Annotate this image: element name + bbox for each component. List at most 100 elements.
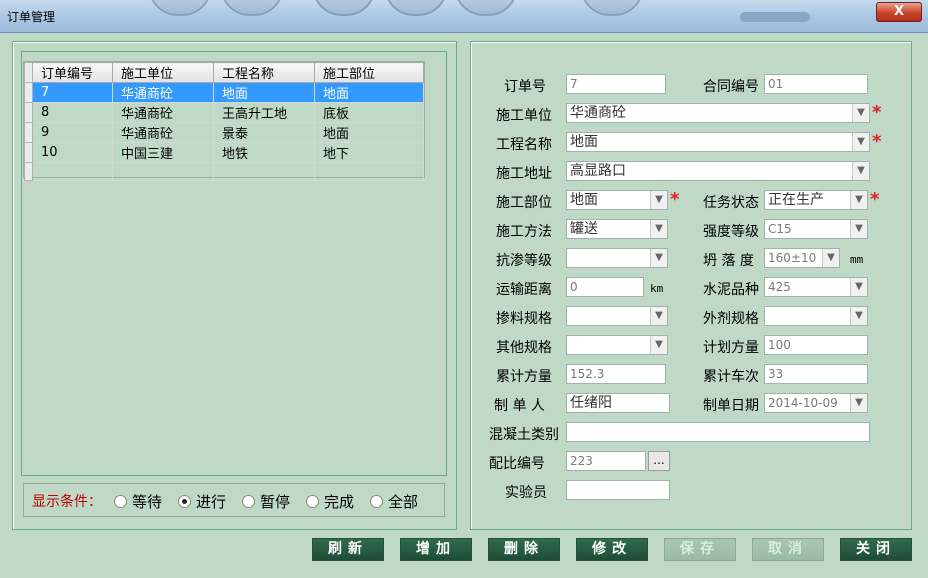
cement-combo[interactable]: 425 ▼ bbox=[764, 277, 868, 297]
mix-no-field[interactable]: 223 bbox=[566, 451, 646, 471]
project-value: 地面 bbox=[570, 134, 598, 150]
radio-in-progress[interactable]: 进行 bbox=[178, 491, 226, 512]
dropdown-arrow-icon[interactable]: ▼ bbox=[850, 220, 867, 238]
cancel-button[interactable]: 取消 bbox=[752, 538, 824, 561]
admixture-spec-combo[interactable]: ▼ bbox=[566, 306, 668, 326]
slump-combo[interactable]: 160±10 ▼ bbox=[764, 248, 840, 268]
cell-empty bbox=[32, 162, 113, 181]
cell-project: 王高升工地 bbox=[213, 102, 315, 123]
cell-part: 地面 bbox=[314, 122, 424, 143]
planned-volume-label: 计划方量 bbox=[703, 340, 759, 356]
delete-button[interactable]: 删除 bbox=[488, 538, 560, 561]
dropdown-arrow-icon[interactable]: ▼ bbox=[850, 307, 867, 325]
dropdown-arrow-icon[interactable]: ▼ bbox=[852, 162, 869, 180]
radio-label: 等待 bbox=[132, 493, 163, 511]
cell-empty bbox=[213, 162, 315, 181]
cell-contractor: 华通商砼 bbox=[112, 82, 214, 103]
cumulative-volume-label: 累计方量 bbox=[496, 369, 552, 385]
distance-field[interactable]: 0 bbox=[566, 277, 644, 297]
other-spec-label: 其他规格 bbox=[496, 340, 552, 356]
radio-label: 全部 bbox=[388, 493, 419, 511]
cell-part: 底板 bbox=[314, 102, 424, 123]
contractor-label: 施工单位 bbox=[496, 108, 552, 124]
contractor-combo[interactable]: 华通商砼 ▼ bbox=[566, 103, 870, 123]
modify-button[interactable]: 修改 bbox=[576, 538, 648, 561]
created-date-picker[interactable]: 2014-10-09 ▼ bbox=[764, 393, 868, 413]
cumulative-trips-field[interactable]: 33 bbox=[764, 364, 868, 384]
dropdown-arrow-icon[interactable]: ▼ bbox=[850, 394, 867, 412]
created-date-label: 制单日期 bbox=[703, 398, 759, 414]
dropdown-arrow-icon[interactable]: ▼ bbox=[850, 191, 867, 209]
contractor-value: 华通商砼 bbox=[570, 105, 626, 121]
planned-volume-field[interactable]: 100 bbox=[764, 335, 868, 355]
cell-project: 景泰 bbox=[213, 122, 315, 143]
strength-label: 强度等级 bbox=[703, 224, 759, 240]
address-value: 高显路口 bbox=[570, 163, 626, 179]
impermeability-combo[interactable]: ▼ bbox=[566, 248, 668, 268]
cell-order-no: 9 bbox=[32, 122, 113, 143]
radio-paused[interactable]: 暂停 bbox=[242, 491, 290, 512]
radio-all[interactable]: 全部 bbox=[370, 491, 418, 512]
filter-box: 显示条件： 等待 进行 暂停 完成 全部 bbox=[23, 483, 445, 517]
address-combo[interactable]: 高显路口 ▼ bbox=[566, 161, 870, 181]
cell-project: 地铁 bbox=[213, 142, 315, 163]
other-spec-combo[interactable]: ▼ bbox=[566, 335, 668, 355]
strength-combo[interactable]: C15 ▼ bbox=[764, 219, 868, 239]
dropdown-arrow-icon[interactable]: ▼ bbox=[650, 191, 667, 209]
column-header-part[interactable]: 施工部位 bbox=[314, 62, 424, 83]
part-combo[interactable]: 地面 ▼ bbox=[566, 190, 668, 210]
dropdown-arrow-icon[interactable]: ▼ bbox=[850, 278, 867, 296]
order-no-field[interactable]: 7 bbox=[566, 74, 666, 94]
required-mark: * bbox=[872, 131, 882, 152]
contract-no-label: 合同编号 bbox=[703, 79, 759, 95]
titlebar-decoration bbox=[312, 0, 376, 16]
titlebar-decoration bbox=[454, 0, 518, 16]
table-row[interactable]: 10 中国三建 地铁 地下 bbox=[24, 142, 424, 163]
table-row[interactable]: 7 华通商砼 地面 地面 bbox=[24, 82, 424, 103]
table-row[interactable]: 8 华通商砼 王高升工地 底板 bbox=[24, 102, 424, 123]
creator-field[interactable]: 任绪阳 bbox=[566, 393, 670, 413]
contract-no-field[interactable]: 01 bbox=[764, 74, 868, 94]
dropdown-arrow-icon[interactable]: ▼ bbox=[822, 249, 839, 267]
dropdown-arrow-icon[interactable]: ▼ bbox=[852, 133, 869, 151]
additive-spec-label: 外剂规格 bbox=[703, 311, 759, 327]
impermeability-label: 抗渗等级 bbox=[496, 253, 552, 269]
dropdown-arrow-icon[interactable]: ▼ bbox=[650, 307, 667, 325]
radio-label: 进行 bbox=[196, 493, 227, 511]
additive-spec-combo[interactable]: ▼ bbox=[764, 306, 868, 326]
column-header-project[interactable]: 工程名称 bbox=[213, 62, 315, 83]
project-combo[interactable]: 地面 ▼ bbox=[566, 132, 870, 152]
window-close-button[interactable]: X bbox=[876, 2, 922, 22]
dropdown-arrow-icon[interactable]: ▼ bbox=[852, 104, 869, 122]
radio-circle-icon bbox=[242, 495, 255, 508]
mix-no-browse-button[interactable]: ... bbox=[648, 451, 670, 471]
concrete-type-field[interactable] bbox=[566, 422, 870, 442]
tester-field[interactable] bbox=[566, 480, 670, 500]
close-button[interactable]: 关闭 bbox=[840, 538, 912, 561]
order-no-label: 订单号 bbox=[504, 79, 546, 95]
cement-value: 425 bbox=[768, 280, 791, 294]
save-button[interactable]: 保存 bbox=[664, 538, 736, 561]
cell-order-no: 7 bbox=[32, 82, 113, 103]
row-indicator bbox=[24, 82, 33, 103]
add-button[interactable]: 增加 bbox=[400, 538, 472, 561]
order-grid[interactable]: 订单编号 施工单位 工程名称 施工部位 7 华通商砼 地面 地面 8 华通商砼 … bbox=[23, 61, 425, 181]
method-combo[interactable]: 罐送 ▼ bbox=[566, 219, 668, 239]
radio-completed[interactable]: 完成 bbox=[306, 491, 354, 512]
cumulative-volume-field[interactable]: 152.3 bbox=[566, 364, 666, 384]
table-row-empty[interactable] bbox=[24, 162, 424, 181]
refresh-button[interactable]: 刷新 bbox=[312, 538, 384, 561]
table-row[interactable]: 9 华通商砼 景泰 地面 bbox=[24, 122, 424, 143]
task-status-combo[interactable]: 正在生产 ▼ bbox=[764, 190, 868, 210]
address-label: 施工地址 bbox=[496, 166, 552, 182]
required-mark: * bbox=[670, 189, 680, 210]
title-bar: 订单管理 X bbox=[0, 0, 928, 33]
column-header-contractor[interactable]: 施工单位 bbox=[112, 62, 214, 83]
dropdown-arrow-icon[interactable]: ▼ bbox=[650, 336, 667, 354]
dropdown-arrow-icon[interactable]: ▼ bbox=[650, 249, 667, 267]
titlebar-decoration bbox=[384, 0, 448, 16]
radio-waiting[interactable]: 等待 bbox=[114, 491, 162, 512]
column-header-order-no[interactable]: 订单编号 bbox=[32, 62, 113, 83]
concrete-type-label: 混凝土类别 bbox=[489, 427, 559, 443]
dropdown-arrow-icon[interactable]: ▼ bbox=[650, 220, 667, 238]
